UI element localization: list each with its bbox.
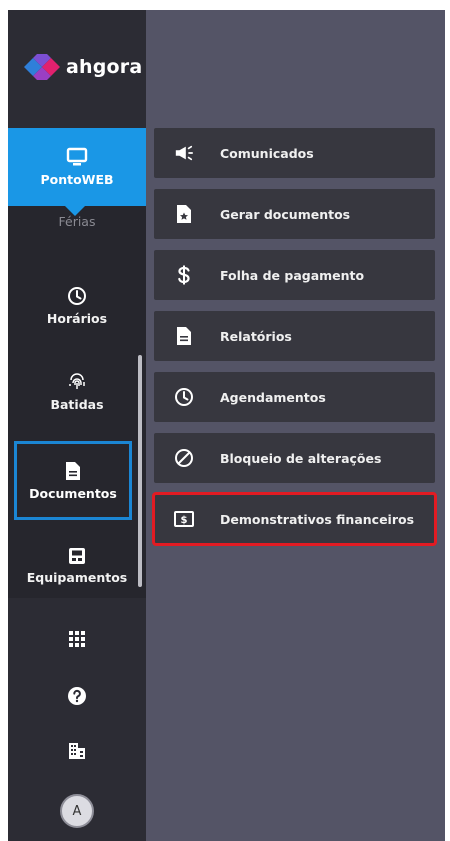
help-icon: [68, 687, 86, 705]
submenu-item-label: Bloqueio de alterações: [220, 450, 382, 466]
submenu-item-agendamentos[interactable]: Agendamentos: [154, 372, 435, 422]
avatar: A: [60, 794, 94, 828]
building-icon: [69, 743, 85, 759]
apps-button[interactable]: [8, 630, 146, 648]
nav-item-label: Férias: [58, 214, 96, 229]
nav-item-batidas[interactable]: Batidas: [8, 362, 146, 422]
document-icon: [66, 461, 80, 480]
nav-item-horarios[interactable]: Horários: [8, 276, 146, 336]
nav-scrollbar[interactable]: [138, 355, 142, 587]
grid-icon: [69, 631, 85, 647]
submenu-item-label: Folha de pagamento: [220, 267, 365, 283]
rail-header: ahgora: [8, 10, 146, 128]
submenu-item-label: Relatórios: [220, 328, 292, 344]
ahgora-logo-icon: [24, 54, 60, 80]
nav-item-documentos[interactable]: Documentos: [14, 441, 132, 520]
nav-list: PontoWEB Férias Horários Batidas Documen…: [8, 128, 146, 598]
monitor-icon: [66, 147, 88, 166]
user-avatar-button[interactable]: A: [8, 794, 146, 828]
nav-item-ferias[interactable]: Férias: [8, 210, 146, 238]
dollar-icon: [174, 265, 194, 285]
megaphone-icon: [174, 143, 194, 163]
nav-item-label: PontoWEB: [40, 172, 114, 187]
company-button[interactable]: [8, 742, 146, 760]
submenu-item-demonstrativos-financeiros[interactable]: $ Demonstrativos financeiros: [152, 492, 437, 546]
submenu-item-comunicados[interactable]: Comunicados: [154, 128, 435, 178]
nav-rail: ahgora PontoWEB Férias Horários Batidas …: [8, 10, 146, 841]
document-star-icon: [174, 204, 194, 224]
nav-item-label: Horários: [46, 311, 108, 326]
report-icon: [174, 326, 194, 346]
submenu-item-gerar-documentos[interactable]: Gerar documentos: [154, 189, 435, 239]
svg-text:$: $: [181, 515, 188, 526]
submenu-item-label: Gerar documentos: [220, 206, 351, 222]
submenu-item-label: Agendamentos: [220, 389, 326, 405]
nav-item-equipamentos[interactable]: Equipamentos: [8, 536, 146, 596]
submenu-item-relatorios[interactable]: Relatórios: [154, 311, 435, 361]
submenu-item-label: Demonstrativos financeiros: [220, 511, 415, 527]
brand-logo[interactable]: ahgora: [24, 54, 142, 80]
block-icon: [174, 448, 194, 468]
nav-item-label: Batidas: [50, 397, 104, 412]
device-icon: [69, 548, 85, 564]
brand-name: ahgora: [66, 56, 143, 78]
clock-icon: [68, 287, 86, 305]
nav-item-label: Documentos: [29, 485, 117, 501]
nav-item-label: Equipamentos: [26, 570, 128, 585]
money-bill-icon: $: [174, 509, 194, 529]
fingerprint-icon: [69, 373, 85, 389]
rail-footer: A: [8, 598, 146, 841]
nav-item-pontoweb[interactable]: PontoWEB: [8, 128, 146, 216]
submenu-item-folha-de-pagamento[interactable]: Folha de pagamento: [154, 250, 435, 300]
help-button[interactable]: [8, 686, 146, 706]
submenu-item-label: Comunicados: [220, 145, 314, 161]
app-window: ahgora PontoWEB Férias Horários Batidas …: [8, 10, 445, 841]
submenu-item-bloqueio-de-alteracoes[interactable]: Bloqueio de alterações: [154, 433, 435, 483]
clock-icon: [174, 387, 194, 407]
